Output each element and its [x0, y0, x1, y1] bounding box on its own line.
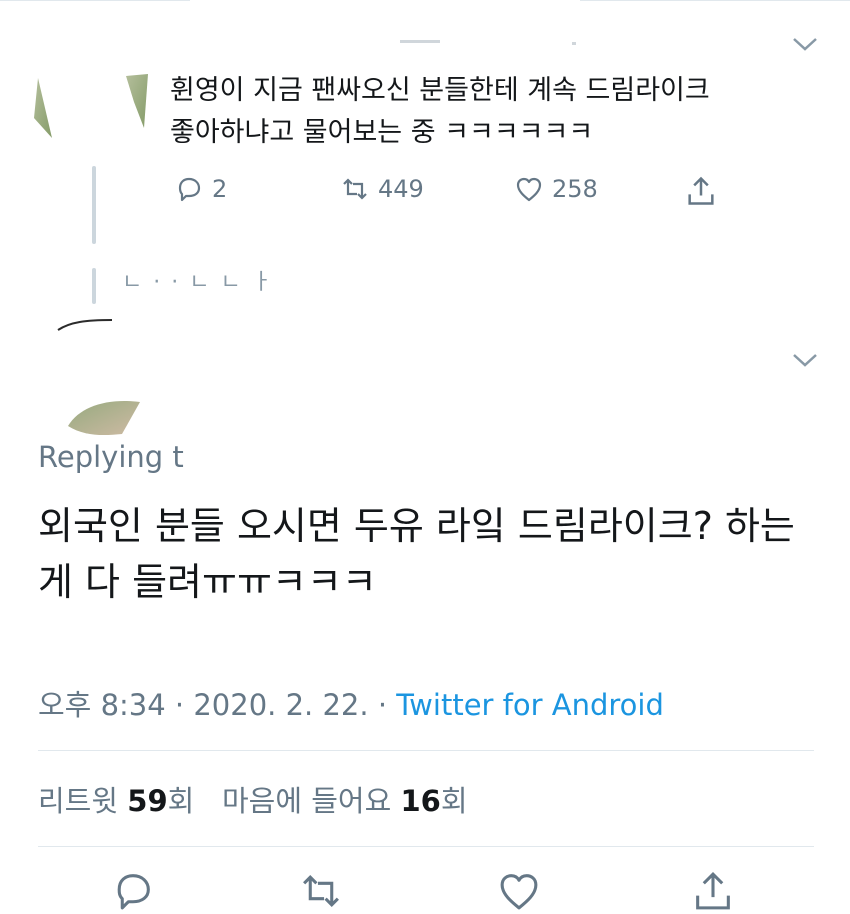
tweet2-like-icon[interactable]	[496, 868, 542, 914]
meta-divider	[38, 750, 814, 751]
tweet2-timestamp[interactable]: 오후 8:34 · 2020. 2. 22. ·	[38, 688, 396, 722]
top-edge-line-right	[580, 0, 850, 1]
retweet-icon	[343, 178, 367, 200]
reply-icon	[178, 177, 201, 202]
top-edge-line-left	[0, 0, 190, 1]
likes-value[interactable]: 16	[401, 784, 441, 818]
tweet1-reply-button[interactable]: 2	[174, 174, 227, 204]
tweet1-like-count: 258	[552, 175, 598, 203]
tweet1-chevron-down-icon[interactable]	[792, 36, 818, 52]
tweet2-avatar[interactable]	[62, 396, 152, 438]
tweet1-avatar[interactable]	[30, 68, 150, 148]
tweet1-retweet-count: 449	[378, 175, 424, 203]
tweet2-text: 외국인 분들 오시면 두유 라잌 드림라이크? 하는 게 다 들려ㅠㅠㅋㅋㅋ	[38, 504, 795, 604]
like-icon	[516, 177, 542, 202]
replying-to-label[interactable]: Replying t	[38, 440, 184, 474]
tweet2-chevron-down-icon[interactable]	[792, 352, 818, 368]
separator-arc	[57, 319, 113, 331]
tweet1-thread-line	[92, 166, 96, 244]
tweet1-reply-count: 2	[212, 175, 228, 203]
tweet2-retweet-icon[interactable]	[298, 868, 344, 914]
tweet2-source-link[interactable]: Twitter for Android	[396, 688, 664, 722]
tweet1-retweet-button[interactable]: 449	[340, 174, 424, 204]
likes-unit: 회	[440, 784, 468, 818]
likes-label[interactable]: 마음에 들어요	[222, 784, 391, 818]
tweet1-ghost-row: ㄴ · · ㄴ ㄴ ㅏ	[122, 270, 274, 295]
tweet1-header-ghost-dot	[572, 42, 576, 45]
tweet1-header-ghost	[400, 40, 440, 43]
tweet1-text: 휜영이 지금 팬싸오신 분들한테 계속 드림라이크 좋아하냐고 물어보는 중 ㅋ…	[170, 70, 830, 154]
tweet1-text-line2: 좋아하냐고 물어보는 중 ㅋㅋㅋㅋㅋㅋ	[170, 117, 594, 148]
tweet2-reply-icon[interactable]	[110, 868, 156, 914]
tweet1-thread-line-lower	[92, 268, 96, 304]
tweet2-engagement-counts: 리트윗 59회 마음에 들어요 16회	[38, 778, 468, 820]
tweet2-meta: 오후 8:34 · 2020. 2. 22. · Twitter for And…	[38, 682, 664, 724]
retweets-label[interactable]: 리트윗	[38, 784, 118, 818]
tweet2-share-icon[interactable]	[690, 868, 736, 914]
counts-divider	[38, 846, 814, 847]
tweet1-share-icon[interactable]	[684, 174, 718, 208]
retweets-value[interactable]: 59	[127, 784, 167, 818]
tweet1-text-line1: 휜영이 지금 팬싸오신 분들한테 계속 드림라이크	[170, 75, 710, 106]
retweets-unit: 회	[167, 784, 195, 818]
tweet1-like-button[interactable]: 258	[514, 174, 598, 204]
